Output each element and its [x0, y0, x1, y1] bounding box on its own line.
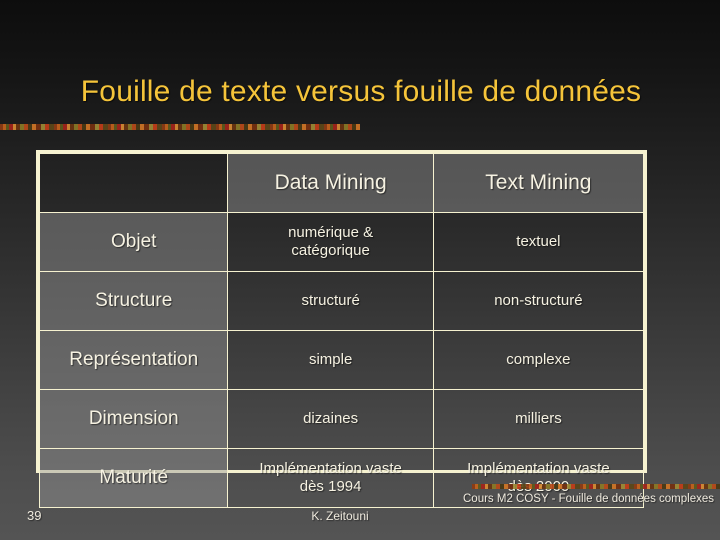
- table-cell-data-mining: simple: [227, 330, 434, 390]
- page-title: Fouille de texte versus fouille de donné…: [80, 75, 642, 108]
- table-row-label: Maturité: [38, 448, 229, 508]
- table-cell-text-mining: textuel: [432, 212, 645, 272]
- comparison-table: Data Mining Text Mining Objet numérique & ca…: [36, 150, 647, 508]
- slide: Fouille de texte versus fouille de donné…: [0, 0, 720, 540]
- table-row-label: Structure: [38, 271, 229, 331]
- table-cell-data-mining: numérique & catégorique: [227, 212, 434, 272]
- decorative-mosaic-band-footer: [472, 484, 720, 489]
- table-row: Objet numérique & catégorique textuel: [38, 212, 645, 272]
- table-row: Dimension dizaines milliers: [38, 389, 645, 449]
- table-cell-text-mining: non-structuré: [432, 271, 645, 331]
- table-cell-text-mining: milliers: [432, 389, 645, 449]
- slide-number: 39: [27, 508, 42, 523]
- table-row: Représentation simple complexe: [38, 330, 645, 390]
- table-row-label: Dimension: [38, 389, 229, 449]
- table: Data Mining Text Mining Objet numérique & ca…: [38, 153, 645, 508]
- table-cell-data-mining: Implémentation vaste dès 1994: [227, 448, 434, 508]
- table-row: Structure structuré non-structuré: [38, 271, 645, 331]
- table-column-header: Text Mining: [432, 153, 645, 213]
- table-corner-cell: [38, 153, 229, 213]
- footer-course: Cours M2 COSY - Fouille de données compl…: [463, 493, 714, 505]
- table-cell-data-mining: dizaines: [227, 389, 434, 449]
- table-row-label: Objet: [38, 212, 229, 272]
- table-column-header: Data Mining: [227, 153, 434, 213]
- decorative-mosaic-band-title: [0, 124, 360, 130]
- table-cell-data-mining: structuré: [227, 271, 434, 331]
- table-cell-text-mining: complexe: [432, 330, 645, 390]
- table-header-row: Data Mining Text Mining: [38, 153, 645, 213]
- footer-author: K. Zeitouni: [311, 509, 369, 523]
- table-row-label: Représentation: [38, 330, 229, 390]
